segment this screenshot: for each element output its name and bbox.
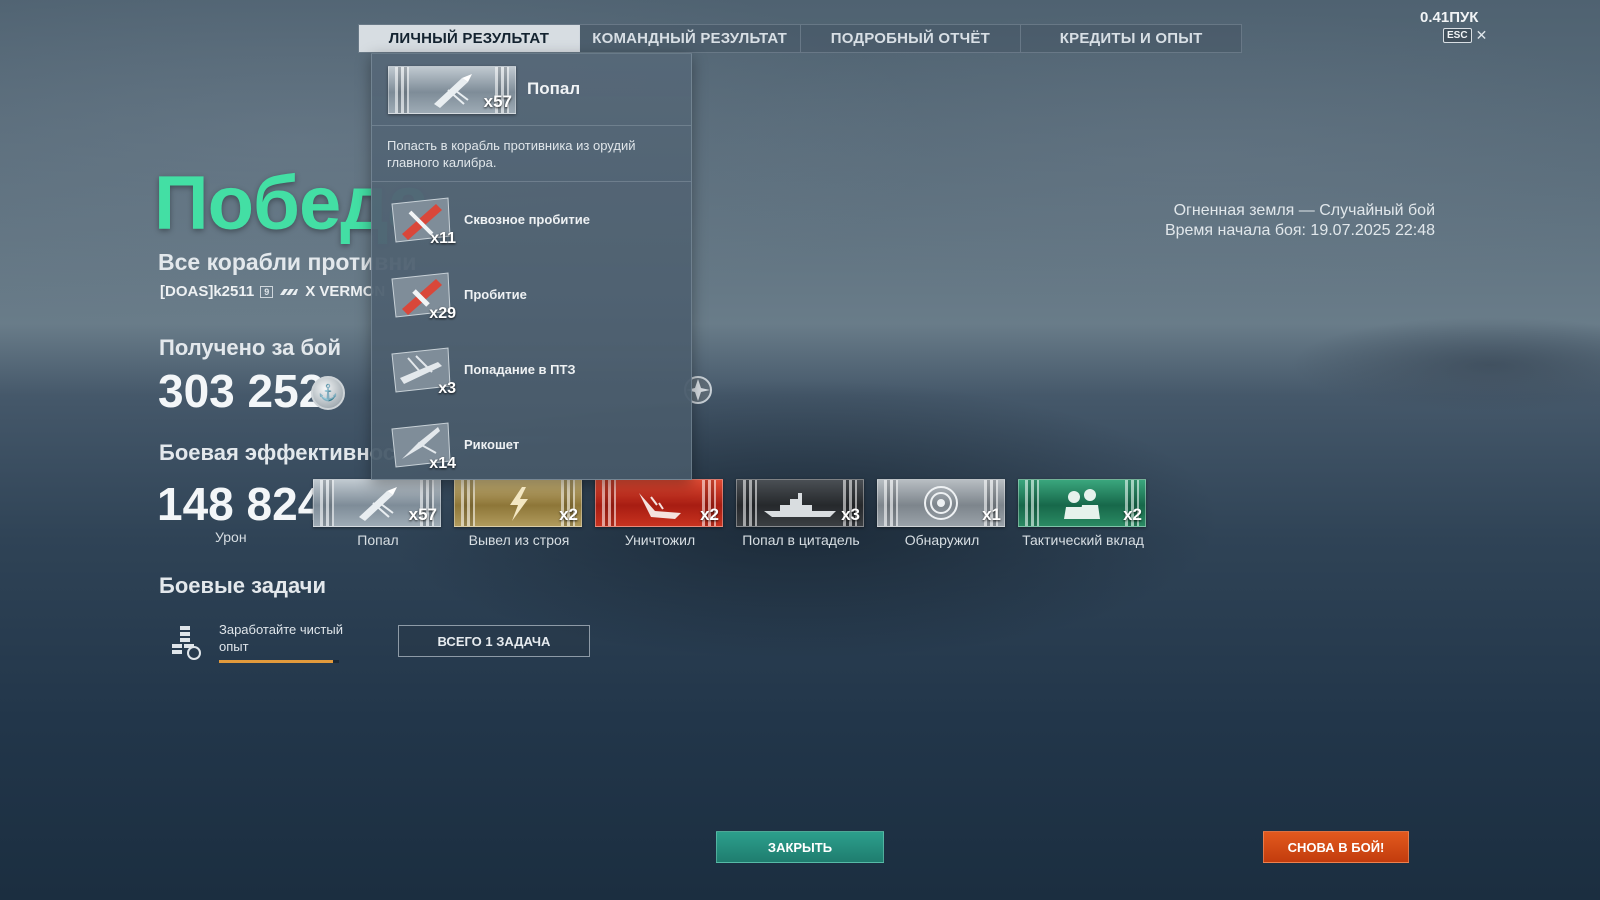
sub-ribbon-overpenetration: x11 Сквозное пробитие (372, 182, 691, 257)
sub-ribbon-torpedo-belt: x3 Попадание в ПТЗ (372, 332, 691, 407)
ribbon-citadel[interactable]: x3 Попал в цитадель (736, 479, 866, 548)
ribbon-badge: x57 (313, 479, 441, 527)
player-row: [DOAS]k2511 9 X VERMON (160, 283, 385, 300)
ribbon-badge: x2 (595, 479, 723, 527)
ribbon-label: Попал (357, 532, 399, 548)
tab-credits-xp[interactable]: КРЕДИТЫ И ОПЫТ (1021, 25, 1241, 52)
player-name: [DOAS]k2511 (160, 283, 255, 300)
ship-class-icon (280, 288, 299, 295)
popup-title: Попал (527, 79, 581, 98)
tab-personal-result[interactable]: ЛИЧНЫЙ РЕЗУЛЬТАТ (359, 25, 580, 52)
ribbon-badge: x3 (736, 479, 864, 527)
battle-again-button[interactable]: СНОВА В БОЙ! (1263, 831, 1409, 863)
ribbon-spotted[interactable]: x1 Обнаружил (877, 479, 1007, 548)
ribbon-badge: x1 (877, 479, 1005, 527)
sub-ribbon-label: Попадание в ПТЗ (464, 362, 576, 377)
earned-title: Получено за бой (159, 335, 342, 360)
destroyed-ship-icon (639, 493, 681, 519)
tab-team-result[interactable]: КОМАНДНЫЙ РЕЗУЛЬТАТ (580, 25, 801, 52)
ribbon-badge: x2 (1018, 479, 1146, 527)
tab-detailed-report[interactable]: ПОДРОБНЫЙ ОТЧЁТ (801, 25, 1022, 52)
earned-credits-value: 303 252 (158, 365, 325, 417)
missions-title: Боевые задачи (159, 573, 326, 598)
ricochet-icon (391, 422, 451, 468)
sub-ribbon-label: Рикошет (464, 437, 520, 452)
battle-start-time: Время начала боя: 19.07.2025 22:48 (1164, 222, 1435, 239)
result-tabs: ЛИЧНЫЙ РЕЗУЛЬТАТ КОМАНДНЫЙ РЕЗУЛЬТАТ ПОД… (358, 24, 1242, 53)
esc-close-group[interactable]: ESC ✕ (1443, 27, 1487, 44)
ribbon-count: x57 (408, 505, 437, 524)
ribbon-hit[interactable]: x57 Попал (313, 479, 443, 548)
damage-label: Урон (215, 529, 247, 545)
shell-hit-icon (359, 487, 397, 521)
map-mode: Огненная земля — Случайный бой (1173, 202, 1435, 219)
sub-ribbon-label: Сквозное пробитие (464, 212, 590, 227)
battle-info: Огненная земля — Случайный бой Время нач… (1165, 201, 1435, 241)
ribbon-label: Уничтожил (624, 532, 696, 548)
mission-progress-fill (219, 660, 333, 663)
tactical-sailors-icon (1064, 489, 1100, 519)
coin-stack-icon (172, 626, 201, 660)
division-badge: 9 (260, 285, 274, 298)
mission-text: Заработайте чистый опыт (219, 622, 343, 654)
silver-coin-icon: ⚓ (311, 376, 345, 410)
damage-value: 148 824 (157, 478, 324, 530)
spotted-radar-icon (924, 486, 958, 520)
popup-description: Попасть в корабль противника из орудий г… (372, 126, 691, 182)
close-button[interactable]: ЗАКРЫТЬ (716, 831, 884, 863)
ribbon-incapacitate[interactable]: x2 Вывел из строя (454, 479, 584, 548)
all-tasks-button[interactable]: ВСЕГО 1 ЗАДАЧА (398, 625, 590, 657)
sub-ribbon-label: Пробитие (464, 287, 527, 302)
ping-indicator: 0.41ПУК (1420, 9, 1479, 26)
incapacitate-icon (510, 487, 528, 521)
ribbon-tactical[interactable]: x2 Тактический вклад (1018, 479, 1148, 548)
ribbon-label: Попал в цитадель (742, 532, 860, 548)
esc-key-hint: ESC (1443, 28, 1472, 43)
popup-ribbon-badge: x57 (388, 66, 516, 114)
efficiency-title: Боевая эффективнос (159, 440, 396, 465)
ribbon-count: x2 (700, 505, 719, 524)
sub-ribbon-penetration: x29 Пробитие (372, 257, 691, 332)
torpedo-belt-hit-icon (391, 347, 451, 393)
close-icon[interactable]: ✕ (1476, 27, 1488, 44)
citadel-ship-icon (764, 493, 836, 517)
popup-header: x57 Попал (372, 54, 691, 126)
shell-hit-icon (434, 74, 472, 108)
penetration-icon (391, 272, 451, 318)
popup-ribbon-count: x57 (483, 92, 512, 111)
ribbon-count: x1 (982, 505, 1001, 524)
sub-ribbon-ricochet: x14 Рикошет (372, 407, 691, 482)
ribbon-label: Вывел из строя (468, 532, 570, 548)
ribbon-count: x2 (1123, 505, 1142, 524)
ribbon-badge: x2 (454, 479, 582, 527)
ribbon-destroyed[interactable]: x2 Уничтожил (595, 479, 725, 548)
mission-progress-bar (219, 660, 339, 663)
ribbon-label: Тактический вклад (1022, 532, 1144, 548)
overpenetration-icon (391, 197, 451, 243)
ribbon-label: Обнаружил (904, 532, 980, 548)
ribbon-count: x3 (841, 505, 860, 524)
ribbon-count: x2 (559, 505, 578, 524)
hit-details-popup: x57 Попал Попасть в корабль противника и… (371, 53, 692, 480)
